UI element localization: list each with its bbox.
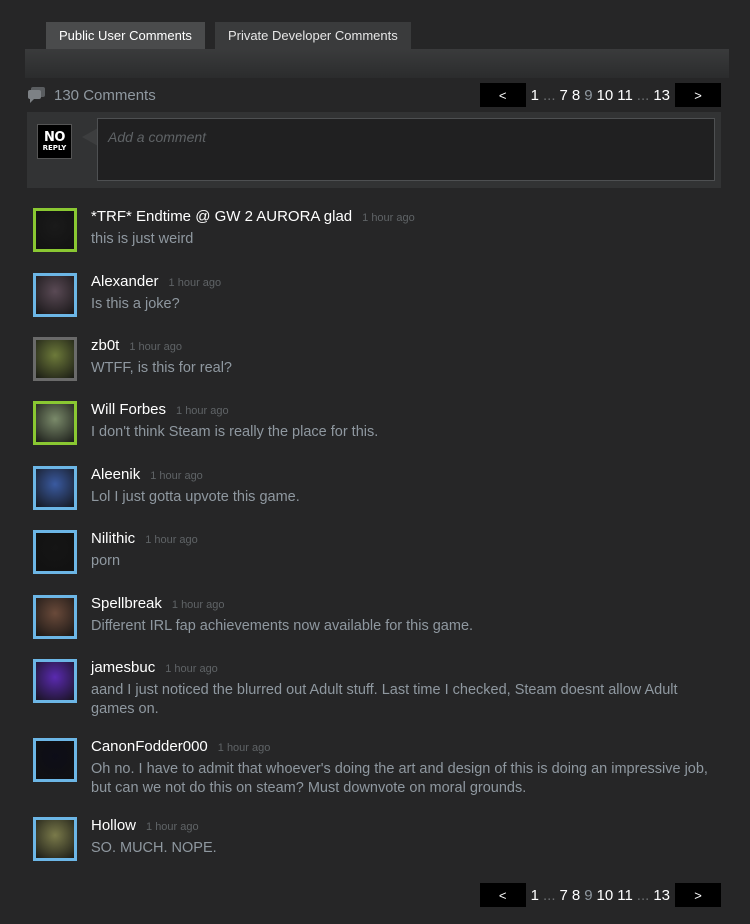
comment-text: Is this a joke? bbox=[91, 296, 180, 312]
avatar-text-line2: REPLY bbox=[42, 144, 67, 152]
page-link-8[interactable]: 8 bbox=[572, 87, 580, 104]
page-link-1[interactable]: 1 bbox=[531, 887, 539, 904]
comment-author[interactable]: Aleenik bbox=[91, 466, 140, 483]
comment-text: SO. MUCH. NOPE. bbox=[91, 840, 217, 856]
comment-bubble-icon bbox=[28, 87, 45, 103]
avatar-image bbox=[36, 340, 74, 378]
avatar-image bbox=[36, 741, 74, 779]
avatar-text-line1: NO bbox=[44, 130, 65, 145]
commenter-avatar[interactable] bbox=[33, 337, 77, 381]
page-link-10[interactable]: 10 bbox=[597, 87, 614, 104]
page-current-9: 9 bbox=[584, 886, 593, 904]
page-link-13[interactable]: 13 bbox=[653, 87, 670, 104]
commenter-avatar[interactable] bbox=[33, 273, 77, 317]
comment-tabs: Public User Comments Private Developer C… bbox=[46, 22, 411, 49]
comment-author[interactable]: Alexander bbox=[91, 273, 159, 290]
page-link-1[interactable]: 1 bbox=[531, 87, 539, 104]
comment-timestamp: 1 hour ago bbox=[129, 341, 182, 353]
next-page-button[interactable]: > bbox=[675, 83, 721, 107]
comment-text: Oh no. I have to admit that whoever's do… bbox=[91, 761, 708, 796]
comment-timestamp: 1 hour ago bbox=[168, 277, 222, 289]
avatar-image bbox=[36, 820, 74, 858]
comment-text: this is just weird bbox=[91, 231, 194, 247]
comment-timestamp: 1 hour ago bbox=[150, 470, 203, 482]
comment-author[interactable]: Spellbreak bbox=[91, 595, 162, 612]
avatar-image bbox=[36, 533, 74, 571]
comment-timestamp: 1 hour ago bbox=[146, 821, 199, 833]
page-ellipsis: ... bbox=[636, 86, 650, 104]
commenter-avatar[interactable] bbox=[33, 208, 77, 252]
comment-text: porn bbox=[91, 553, 121, 569]
comment-count: 130 Comments bbox=[27, 85, 156, 105]
page-ellipsis: ... bbox=[636, 886, 650, 904]
avatar-image bbox=[36, 276, 74, 314]
commenter-avatar[interactable] bbox=[33, 817, 77, 861]
comment-text: WTFF, is this for real? bbox=[91, 360, 232, 376]
page-ellipsis: ... bbox=[542, 86, 556, 104]
comment-author[interactable]: *TRF* Endtime @ GW 2 AURORA glad bbox=[91, 208, 352, 225]
comment-text: Different IRL fap achievements now avail… bbox=[91, 618, 474, 634]
avatar-image bbox=[36, 211, 74, 249]
comment-text: aand I just noticed the blurred out Adul… bbox=[91, 682, 678, 717]
comment-author[interactable]: CanonFodder000 bbox=[91, 738, 208, 755]
pagination-bottom: < 1 ... 7 8 9 10 11 ... 13 > bbox=[479, 883, 721, 907]
comment-timestamp: 1 hour ago bbox=[217, 742, 271, 754]
prev-page-button[interactable]: < bbox=[479, 83, 526, 107]
next-page-button[interactable]: > bbox=[675, 883, 721, 907]
page-link-11[interactable]: 11 bbox=[617, 887, 633, 904]
page-ellipsis: ... bbox=[542, 886, 556, 904]
comment-entry: NO REPLY bbox=[27, 112, 721, 188]
avatar-image bbox=[36, 404, 74, 442]
page-links: 1 ... 7 8 9 10 11 ... 13 bbox=[526, 87, 675, 104]
comment-timestamp: 1 hour ago bbox=[171, 599, 225, 611]
comment-timestamp: 1 hour ago bbox=[362, 212, 415, 224]
page-links: 1 ... 7 8 9 10 11 ... 13 bbox=[526, 887, 675, 904]
commenter-avatar[interactable] bbox=[33, 738, 77, 782]
tab-public-user-comments[interactable]: Public User Comments bbox=[46, 22, 205, 49]
comment-author[interactable]: Nilithic bbox=[91, 530, 135, 547]
page-link-11[interactable]: 11 bbox=[617, 87, 633, 104]
comment-text: Lol I just gotta upvote this game. bbox=[91, 489, 300, 505]
comment-author[interactable]: Will Forbes bbox=[91, 401, 166, 418]
comment-count-label: 130 Comments bbox=[54, 86, 156, 104]
page-link-10[interactable]: 10 bbox=[597, 887, 614, 904]
page-link-7[interactable]: 7 bbox=[560, 887, 568, 904]
avatar-image bbox=[36, 598, 74, 636]
page-link-13[interactable]: 13 bbox=[653, 887, 670, 904]
commenter-avatar[interactable] bbox=[33, 659, 77, 703]
speech-arrow bbox=[82, 128, 98, 146]
comment-author[interactable]: Hollow bbox=[91, 817, 136, 834]
comment-timestamp: 1 hour ago bbox=[176, 405, 229, 417]
commenter-avatar[interactable] bbox=[33, 401, 77, 445]
tab-private-developer-comments[interactable]: Private Developer Comments bbox=[214, 22, 411, 49]
commenter-avatar[interactable] bbox=[33, 466, 77, 510]
avatar-image bbox=[36, 662, 74, 700]
prev-page-button[interactable]: < bbox=[479, 883, 526, 907]
comment-author[interactable]: jamesbuc bbox=[91, 659, 155, 676]
comment-author[interactable]: zb0t bbox=[91, 337, 119, 354]
add-comment-input[interactable] bbox=[97, 118, 715, 181]
page-link-8[interactable]: 8 bbox=[572, 887, 580, 904]
pagination-top: < 1 ... 7 8 9 10 11 ... 13 > bbox=[479, 83, 721, 107]
user-avatar: NO REPLY bbox=[37, 124, 72, 159]
commenter-avatar[interactable] bbox=[33, 595, 77, 639]
comment-timestamp: 1 hour ago bbox=[165, 663, 218, 675]
page-current-9: 9 bbox=[584, 86, 593, 104]
commenter-avatar[interactable] bbox=[33, 530, 77, 574]
tab-bar bbox=[25, 49, 729, 78]
comment-text: I don't think Steam is really the place … bbox=[91, 424, 379, 440]
avatar-image bbox=[36, 469, 74, 507]
comment-timestamp: 1 hour ago bbox=[145, 534, 198, 546]
page-link-7[interactable]: 7 bbox=[560, 87, 568, 104]
